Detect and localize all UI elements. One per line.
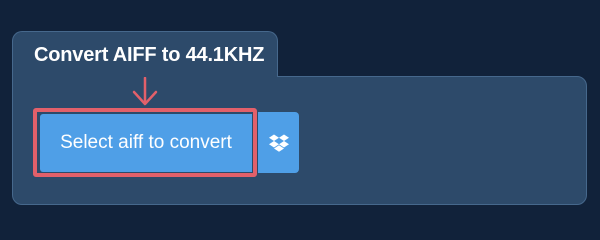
arrow-down-icon: [132, 77, 158, 106]
converter-stage: Convert AIFF to 44.1KHZ Select aiff to c…: [0, 0, 600, 230]
panel-title: Convert AIFF to 44.1KHZ: [34, 44, 265, 66]
dropbox-button[interactable]: [258, 112, 299, 173]
select-file-label: Select aiff to convert: [60, 132, 232, 153]
dropbox-icon: [268, 134, 289, 152]
select-file-button[interactable]: Select aiff to convert: [40, 114, 252, 172]
